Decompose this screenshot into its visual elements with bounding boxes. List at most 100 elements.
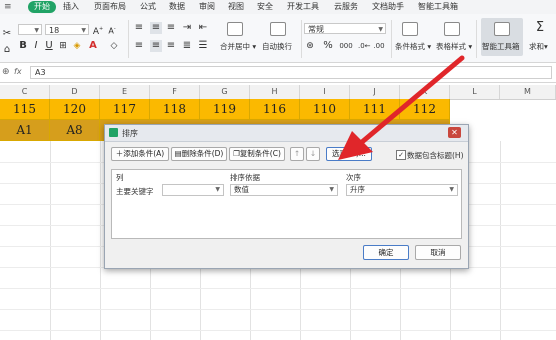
primary-key-select[interactable]: ▼ (162, 184, 224, 196)
column-header[interactable]: F (150, 85, 200, 99)
table-style-icon[interactable] (444, 22, 460, 36)
options-button[interactable]: 选项(O)... (326, 147, 372, 161)
order-select[interactable]: 升序 ▼ (346, 184, 458, 196)
font-color-button[interactable]: A (88, 40, 98, 52)
tab-home[interactable]: 开始 (28, 1, 56, 13)
header-checkbox-label: 数据包含标题(H) (407, 151, 464, 160)
move-up-button[interactable]: ↑ (290, 147, 304, 161)
formula-input[interactable]: A3 (30, 66, 552, 79)
merge-center-icon[interactable] (227, 22, 243, 36)
table-style-button[interactable]: 表格样式 ▾ (436, 41, 472, 52)
decrease-decimal-icon[interactable]: .00 (373, 40, 385, 52)
cancel-button[interactable]: 取消 (415, 245, 461, 260)
column-header[interactable]: H (250, 85, 300, 99)
italic-button[interactable]: I (31, 40, 41, 52)
tab-cloud[interactable]: 云服务 (334, 1, 358, 13)
merge-center-button[interactable]: 合并居中 ▾ (220, 41, 256, 52)
move-down-button[interactable]: ↓ (306, 147, 320, 161)
tab-smart-toolbox[interactable]: 智能工具箱 (418, 1, 458, 13)
border-icon[interactable]: ⊞ (58, 40, 68, 52)
cell[interactable]: 111 (350, 99, 400, 120)
tab-view[interactable]: 视图 (228, 1, 244, 13)
thousands-button[interactable]: 000 (337, 40, 355, 52)
align-bottom-icon[interactable]: ≡ (166, 22, 176, 34)
tab-insert[interactable]: 插入 (63, 1, 79, 13)
font-size-select[interactable]: 18 ▼ (45, 24, 89, 35)
align-center-icon[interactable]: ≡ (150, 40, 162, 52)
sort-icon (109, 128, 118, 137)
tab-page-layout[interactable]: 页面布局 (94, 1, 126, 13)
conditional-format-button[interactable]: 条件格式 ▾ (395, 41, 431, 52)
add-condition-button[interactable]: ＋添加条件(A) (111, 147, 169, 161)
zoom-icon[interactable]: ⊕ (2, 67, 10, 77)
cell[interactable]: A1 (0, 120, 50, 141)
column-header[interactable]: L (450, 85, 500, 99)
tab-data[interactable]: 数据 (169, 1, 185, 13)
column-header[interactable]: E (100, 85, 150, 99)
delete-icon: ▤ (174, 149, 182, 158)
column-header[interactable]: G (200, 85, 250, 99)
cell[interactable]: 110 (300, 99, 350, 120)
column-header-row: C D E F G H I J K L M (0, 85, 556, 100)
fill-color-icon[interactable]: ◈ (72, 40, 82, 52)
font-name-select[interactable]: ▼ (18, 24, 42, 35)
sum-button[interactable]: 求和▾ (529, 41, 548, 52)
column-header[interactable]: I (300, 85, 350, 99)
ribbon-tab-bar: ≡ 开始 插入 页面布局 公式 数据 审阅 视图 安全 开发工具 云服务 文档助… (0, 0, 556, 14)
increase-decimal-icon[interactable]: .0← (358, 40, 371, 52)
column-header[interactable]: K (400, 85, 450, 99)
tab-developer[interactable]: 开发工具 (287, 1, 319, 13)
percent-button[interactable]: % (322, 40, 334, 52)
tab-security[interactable]: 安全 (257, 1, 273, 13)
bold-button[interactable]: B (18, 40, 28, 52)
number-format-select[interactable]: 常规 ▼ (304, 23, 386, 34)
cell[interactable]: 115 (0, 99, 50, 120)
column-header[interactable]: D (50, 85, 100, 99)
close-icon[interactable]: ✕ (448, 127, 461, 138)
delete-condition-button[interactable]: ▤删除条件(D) (171, 147, 227, 161)
header-checkbox[interactable]: ✓ (396, 150, 406, 160)
menu-icon[interactable]: ≡ (4, 2, 12, 12)
sum-icon[interactable]: Σ (532, 21, 548, 34)
dialog-title: 排序 (122, 129, 138, 138)
currency-icon[interactable]: ⊛ (304, 40, 316, 52)
column-header[interactable]: C (0, 85, 50, 99)
underline-button[interactable]: U (44, 40, 54, 52)
align-top-icon[interactable]: ≡ (134, 22, 144, 34)
column-heading: 列 (116, 173, 124, 182)
tab-review[interactable]: 审阅 (199, 1, 215, 13)
tab-formulas[interactable]: 公式 (140, 1, 156, 13)
sort-on-select[interactable]: 数值 ▼ (230, 184, 338, 196)
indent-icon[interactable]: ⇥ (182, 22, 192, 34)
align-left-icon[interactable]: ≡ (134, 40, 144, 52)
copy-condition-button[interactable]: ❐复制条件(C) (229, 147, 285, 161)
primary-key-label: 主要关键字 (116, 187, 154, 196)
column-header[interactable]: J (350, 85, 400, 99)
align-middle-icon[interactable]: ≡ (150, 22, 162, 34)
justify-icon[interactable]: ≣ (182, 40, 192, 52)
outdent-icon[interactable]: ⇤ (198, 22, 208, 34)
format-painter-icon[interactable]: ⌂ (2, 44, 12, 56)
copy-icon: ❐ (233, 149, 240, 158)
ok-button[interactable]: 确定 (363, 245, 409, 260)
fx-icon[interactable]: fx (14, 67, 22, 76)
distribute-icon[interactable]: ☰ (198, 40, 208, 52)
clear-format-icon[interactable]: ◇ (108, 40, 120, 52)
cut-icon[interactable]: ✂ (2, 28, 12, 40)
wrap-text-icon[interactable] (270, 22, 286, 36)
column-header[interactable]: M (500, 85, 556, 99)
tab-doc-assistant[interactable]: 文档助手 (372, 1, 404, 13)
cell[interactable]: 120 (50, 99, 100, 120)
smart-toolbox-button[interactable]: 智能工具箱 (481, 18, 523, 56)
conditional-format-icon[interactable] (402, 22, 418, 36)
cell[interactable]: 112 (400, 99, 450, 120)
font-grow-icon[interactable]: A+ (92, 23, 104, 38)
wrap-text-button[interactable]: 自动换行 (262, 41, 292, 52)
cell[interactable]: A8 (50, 120, 100, 141)
cell[interactable]: 116 (250, 99, 300, 120)
align-right-icon[interactable]: ≡ (166, 40, 176, 52)
cell[interactable]: 119 (200, 99, 250, 120)
cell[interactable]: 117 (100, 99, 150, 120)
font-shrink-icon[interactable]: A- (106, 23, 118, 38)
cell[interactable]: 118 (150, 99, 200, 120)
